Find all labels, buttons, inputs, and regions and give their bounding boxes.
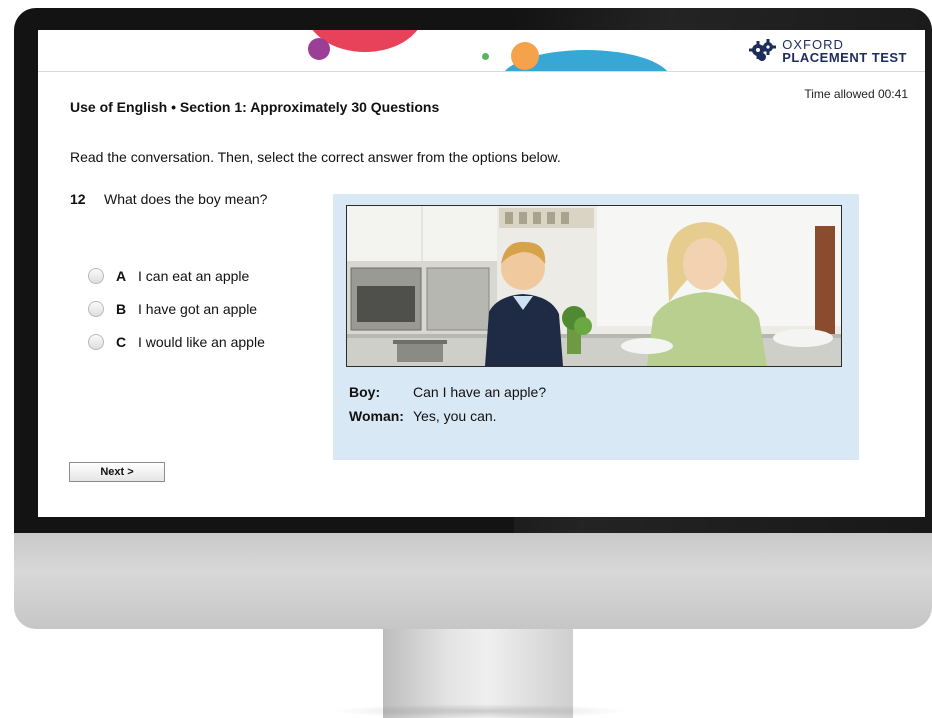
monitor-chin (14, 533, 932, 629)
radio-button-b[interactable] (88, 300, 104, 317)
kitchen-illustration (347, 206, 841, 366)
speech-text: Can I have an apple? (413, 384, 547, 400)
time-allowed: Time allowed 00:41 (804, 87, 908, 101)
speech-text: Yes, you can. (413, 408, 497, 424)
speaker-label: Boy: (349, 384, 381, 400)
option-c[interactable]: C I would like an apple (88, 325, 265, 358)
decorative-green-dot (482, 53, 489, 60)
stand-shadow (330, 704, 630, 718)
option-letter: B (116, 300, 127, 317)
screen: OXFORD PLACEMENT TEST Time allowed 00:41… (38, 30, 925, 517)
speaker-label: Woman: (349, 408, 404, 424)
dialogue: Boy: Can I have an apple? Woman: Yes, yo… (349, 380, 546, 428)
next-button[interactable]: Next > (69, 462, 165, 482)
header-band: OXFORD PLACEMENT TEST (38, 30, 925, 72)
answer-options: A I can eat an apple B I have got an app… (88, 259, 265, 358)
dialogue-line: Boy: Can I have an apple? (349, 380, 546, 404)
logo-line-placement-test: PLACEMENT TEST (782, 50, 907, 65)
option-a[interactable]: A I can eat an apple (88, 259, 265, 292)
radio-button-c[interactable] (88, 333, 104, 350)
dialogue-line: Woman: Yes, you can. (349, 404, 546, 428)
option-label: I would like an apple (138, 333, 265, 350)
option-letter: C (116, 333, 127, 350)
question-number: 12 (70, 191, 86, 207)
kitchen-photo (346, 205, 842, 367)
decorative-orange-dot (511, 42, 539, 70)
question-text: What does the boy mean? (104, 191, 268, 207)
radio-button-a[interactable] (88, 267, 104, 284)
conversation-panel: Boy: Can I have an apple? Woman: Yes, yo… (333, 194, 859, 460)
section-title: Use of English • Section 1: Approximatel… (70, 99, 440, 115)
gear-cluster-logo-icon (748, 35, 778, 68)
oxford-placement-logo: OXFORD PLACEMENT TEST (748, 36, 907, 66)
option-letter: A (116, 267, 127, 284)
instruction-text: Read the conversation. Then, select the … (70, 149, 561, 165)
decorative-purple-dot (308, 38, 330, 60)
option-b[interactable]: B I have got an apple (88, 292, 265, 325)
option-label: I can eat an apple (138, 267, 250, 284)
option-label: I have got an apple (138, 300, 258, 317)
question: 12 What does the boy mean? (70, 191, 267, 207)
